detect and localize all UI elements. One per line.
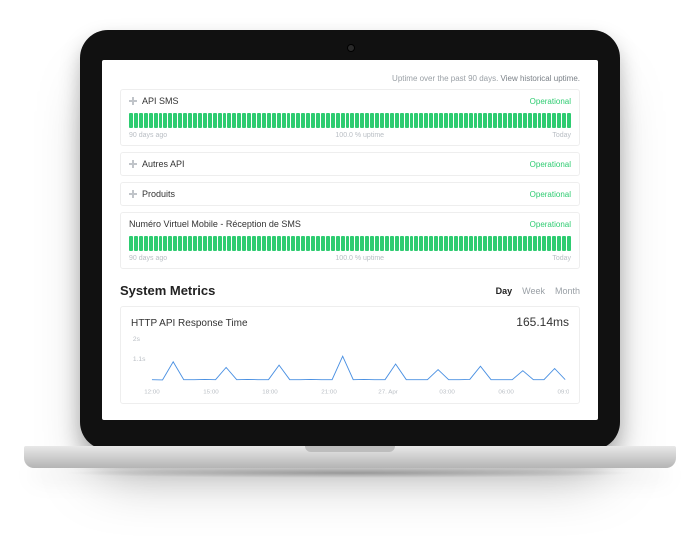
expand-icon[interactable] [129,97,137,105]
service-header[interactable]: Numéro Virtuel Mobile - Réception de SMS… [121,213,579,235]
bar-center-label: 100.0 % uptime [335,132,384,139]
metric-value: 165.14ms [516,315,569,329]
metric-title: HTTP API Response Time [131,318,248,329]
service-header[interactable]: API SMS Operational [121,90,579,112]
svg-text:09:00: 09:00 [557,390,569,395]
response-time-chart: 2s 1.1s 12:00 15:00 18:00 21:00 27. Apr 03:00 06… [131,335,569,395]
expand-icon[interactable] [129,190,137,198]
svg-text:03:00: 03:00 [439,390,455,395]
service-header[interactable]: Autres API Operational [121,153,579,175]
bar-right-label: Today [552,132,571,139]
status-badge: Operational [530,97,571,106]
expand-icon[interactable] [129,160,137,168]
laptop-camera [347,44,355,52]
service-card-autres-api: Autres API Operational [120,152,580,176]
uptime-text: Uptime over the past 90 days. [392,74,501,83]
svg-text:15:00: 15:00 [203,390,219,395]
tab-month[interactable]: Month [555,286,580,296]
uptime-note: Uptime over the past 90 days. View histo… [120,74,580,83]
service-name: Numéro Virtuel Mobile - Réception de SMS [129,219,301,229]
svg-text:21:00: 21:00 [321,390,337,395]
laptop-base [24,446,676,468]
status-badge: Operational [530,190,571,199]
tab-week[interactable]: Week [522,286,545,296]
service-name: Autres API [142,159,185,169]
service-header[interactable]: Produits Operational [121,183,579,205]
service-name: API SMS [142,96,179,106]
uptime-bars [121,112,579,132]
historical-uptime-link[interactable]: View historical uptime. [501,74,580,83]
range-tabs: Day Week Month [496,286,580,296]
svg-text:2s: 2s [133,336,140,343]
bar-center-label: 100.0 % uptime [335,255,384,262]
service-card-produits: Produits Operational [120,182,580,206]
section-title: System Metrics [120,283,215,298]
laptop-screen: Uptime over the past 90 days. View histo… [102,60,598,420]
bar-left-label: 90 days ago [129,255,167,262]
svg-text:27. Apr: 27. Apr [378,390,398,395]
status-badge: Operational [530,220,571,229]
svg-text:1.1s: 1.1s [133,356,146,363]
service-name: Produits [142,189,175,199]
svg-text:12:00: 12:00 [144,390,160,395]
bar-left-label: 90 days ago [129,132,167,139]
service-card-numero-virtuel: Numéro Virtuel Mobile - Réception de SMS… [120,212,580,269]
service-card-api-sms: API SMS Operational 90 days ago 100.0 % … [120,89,580,146]
metric-card: HTTP API Response Time 165.14ms 2s 1.1s 12… [120,306,580,404]
svg-text:06:00: 06:00 [498,390,514,395]
bar-right-label: Today [552,255,571,262]
svg-text:18:00: 18:00 [262,390,278,395]
status-badge: Operational [530,160,571,169]
uptime-bars [121,235,579,255]
system-metrics-header: System Metrics Day Week Month [120,283,580,298]
tab-day[interactable]: Day [496,286,513,296]
